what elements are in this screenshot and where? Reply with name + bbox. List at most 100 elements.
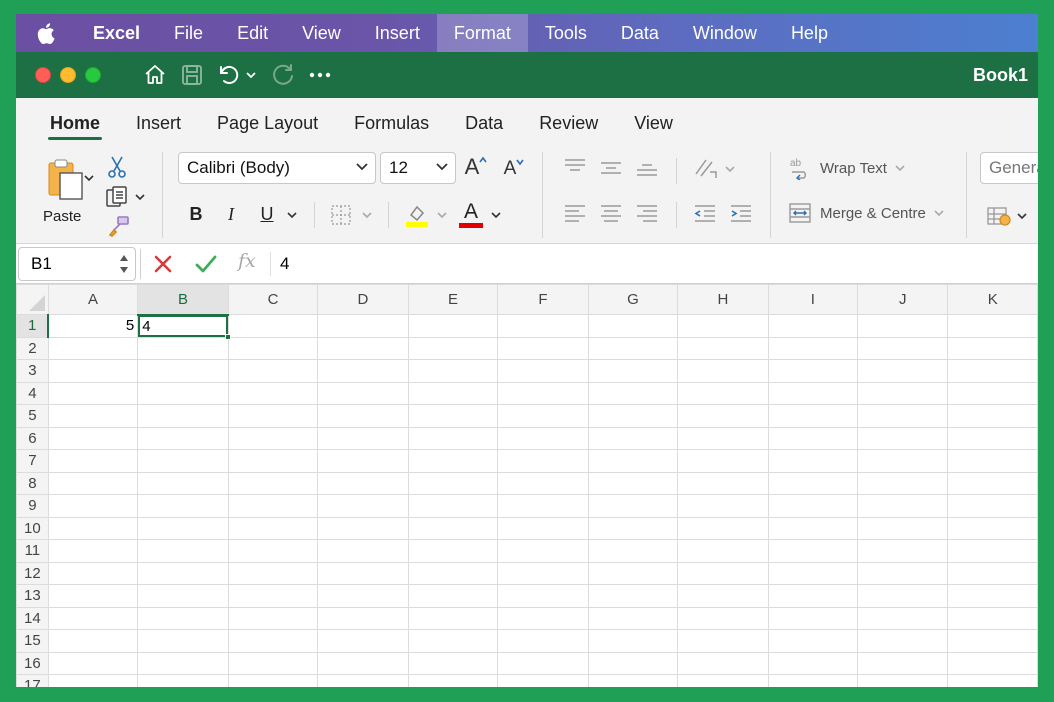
name-box-stepper-icon[interactable] <box>119 252 129 276</box>
cell-k8[interactable] <box>947 471 1038 495</box>
cell-i6[interactable] <box>767 426 859 450</box>
number-format-select[interactable]: Genera <box>980 152 1038 184</box>
row-header-17[interactable]: 17 <box>16 674 49 687</box>
menu-edit[interactable]: Edit <box>220 14 285 52</box>
column-header-a[interactable]: A <box>47 284 139 315</box>
cell-i7[interactable] <box>767 449 859 473</box>
cell-j4[interactable] <box>857 381 949 405</box>
cell-a6[interactable] <box>47 426 139 450</box>
cell-h13[interactable] <box>677 584 769 608</box>
row-header-2[interactable]: 2 <box>16 336 49 360</box>
column-header-k[interactable]: K <box>947 284 1038 315</box>
cell-i2[interactable] <box>767 336 859 360</box>
menu-help[interactable]: Help <box>774 14 845 52</box>
cell-g11[interactable] <box>587 539 679 563</box>
cell-a4[interactable] <box>47 381 139 405</box>
tab-home[interactable]: Home <box>32 113 118 144</box>
cell-b3[interactable] <box>137 359 229 383</box>
menu-app-name[interactable]: Excel <box>76 14 157 52</box>
cell-e5[interactable] <box>407 404 499 428</box>
cell-e15[interactable] <box>407 629 499 653</box>
cell-k16[interactable] <box>947 651 1038 675</box>
align-middle-icon[interactable] <box>600 160 622 176</box>
cell-e3[interactable] <box>407 359 499 383</box>
copy-dropdown-icon[interactable] <box>135 193 145 201</box>
italic-button[interactable]: I <box>220 200 242 228</box>
cell-e6[interactable] <box>407 426 499 450</box>
cell-e10[interactable] <box>407 516 499 540</box>
cell-b12[interactable] <box>137 561 229 585</box>
cell-h1[interactable] <box>677 314 769 338</box>
cell-b7[interactable] <box>137 449 229 473</box>
fill-handle[interactable] <box>224 333 231 340</box>
cell-c17[interactable] <box>227 674 319 687</box>
bold-button[interactable]: B <box>184 200 208 228</box>
cell-g12[interactable] <box>587 561 679 585</box>
underline-button[interactable]: U <box>256 200 278 228</box>
cell-e8[interactable] <box>407 471 499 495</box>
cell-i9[interactable] <box>767 494 859 518</box>
cell-f9[interactable] <box>497 494 589 518</box>
cell-f12[interactable] <box>497 561 589 585</box>
menu-view[interactable]: View <box>285 14 358 52</box>
cell-b5[interactable] <box>137 404 229 428</box>
decrease-font-size-button[interactable]: A <box>500 154 528 184</box>
more-options-icon[interactable] <box>309 63 331 87</box>
cell-k1[interactable] <box>947 314 1038 338</box>
cell-j7[interactable] <box>857 449 949 473</box>
zoom-window-button[interactable] <box>85 67 101 83</box>
cell-k7[interactable] <box>947 449 1038 473</box>
cell-f16[interactable] <box>497 651 589 675</box>
row-header-13[interactable]: 13 <box>16 584 49 608</box>
row-header-5[interactable]: 5 <box>16 404 49 428</box>
cell-h17[interactable] <box>677 674 769 687</box>
row-header-9[interactable]: 9 <box>16 494 49 518</box>
orientation-dropdown-icon[interactable] <box>725 165 735 173</box>
cell-f14[interactable] <box>497 606 589 630</box>
cell-a1[interactable]: 5 <box>47 314 139 338</box>
cut-icon[interactable] <box>106 154 128 180</box>
cell-h8[interactable] <box>677 471 769 495</box>
cell-d1[interactable] <box>317 314 409 338</box>
cell-i8[interactable] <box>767 471 859 495</box>
cell-a13[interactable] <box>47 584 139 608</box>
cell-i16[interactable] <box>767 651 859 675</box>
cell-f10[interactable] <box>497 516 589 540</box>
cell-h7[interactable] <box>677 449 769 473</box>
cell-k5[interactable] <box>947 404 1038 428</box>
cell-h15[interactable] <box>677 629 769 653</box>
font-color-dropdown-icon[interactable] <box>491 211 501 219</box>
cell-e9[interactable] <box>407 494 499 518</box>
tab-view[interactable]: View <box>616 113 691 144</box>
cell-k12[interactable] <box>947 561 1038 585</box>
tab-data[interactable]: Data <box>447 113 521 144</box>
column-header-b[interactable]: B <box>137 284 229 316</box>
cell-i5[interactable] <box>767 404 859 428</box>
row-header-6[interactable]: 6 <box>16 426 49 450</box>
cell-c3[interactable] <box>227 359 319 383</box>
cell-g10[interactable] <box>587 516 679 540</box>
cell-f4[interactable] <box>497 381 589 405</box>
cell-k15[interactable] <box>947 629 1038 653</box>
conditional-formatting-dropdown-icon[interactable] <box>1017 212 1027 220</box>
cell-e12[interactable] <box>407 561 499 585</box>
cell-f6[interactable] <box>497 426 589 450</box>
cell-h4[interactable] <box>677 381 769 405</box>
tab-formulas[interactable]: Formulas <box>336 113 447 144</box>
enter-entry-icon[interactable] <box>194 253 218 275</box>
cell-d6[interactable] <box>317 426 409 450</box>
apple-icon[interactable] <box>16 22 76 44</box>
cell-d13[interactable] <box>317 584 409 608</box>
wrap-text-button[interactable]: ab Wrap Text <box>788 156 905 180</box>
cell-f7[interactable] <box>497 449 589 473</box>
cell-b16[interactable] <box>137 651 229 675</box>
cell-a11[interactable] <box>47 539 139 563</box>
cell-g3[interactable] <box>587 359 679 383</box>
minimize-window-button[interactable] <box>60 67 76 83</box>
home-icon[interactable] <box>143 63 167 87</box>
row-header-7[interactable]: 7 <box>16 449 49 473</box>
conditional-formatting-icon[interactable] <box>984 204 1014 228</box>
redo-icon[interactable] <box>271 63 295 87</box>
cell-g16[interactable] <box>587 651 679 675</box>
cell-c15[interactable] <box>227 629 319 653</box>
